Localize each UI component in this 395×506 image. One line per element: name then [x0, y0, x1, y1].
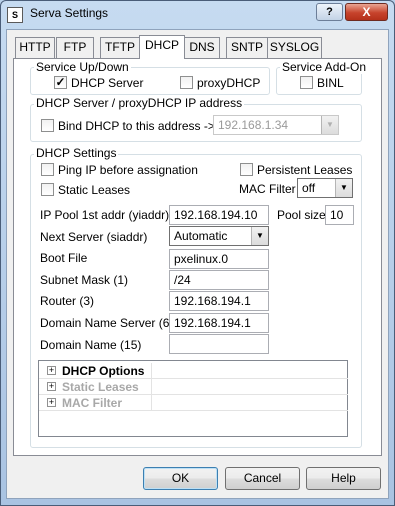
mac-filter-label: MAC Filter: [239, 182, 296, 196]
domain-name-label: Domain Name (15): [40, 338, 142, 352]
boot-file-input[interactable]: pxelinux.0: [169, 249, 269, 269]
dhcp-server-checkbox[interactable]: ✓: [54, 76, 67, 89]
expand-icon[interactable]: +: [47, 398, 56, 407]
app-icon: S: [7, 7, 23, 23]
bind-address-title: DHCP Server / proxyDHCP IP address: [34, 96, 245, 110]
proxy-dhcp-checkbox[interactable]: [180, 76, 193, 89]
dhcp-options-tree[interactable]: + DHCP Options + Static Leases + MAC Fil…: [38, 360, 348, 437]
tab-tftp[interactable]: TFTP: [100, 37, 140, 58]
service-addon-title: Service Add-On: [280, 60, 369, 74]
expand-icon[interactable]: +: [47, 366, 56, 375]
tab-http[interactable]: HTTP: [15, 37, 55, 58]
tree-item-dhcp-options[interactable]: + DHCP Options: [39, 363, 348, 379]
tree-item-label: MAC Filter: [62, 396, 122, 410]
dhcp-server-label: DHCP Server: [71, 76, 144, 90]
tree-item-label: DHCP Options: [62, 364, 145, 378]
bind-dhcp-checkbox[interactable]: [41, 119, 54, 132]
chevron-down-icon: ▼: [335, 179, 352, 197]
dns-label: Domain Name Server (6): [40, 316, 174, 330]
static-leases-checkbox[interactable]: [41, 183, 54, 196]
pool-size-label: Pool size: [277, 208, 326, 222]
pool-size-input[interactable]: 10: [325, 205, 354, 225]
chevron-down-icon: ▼: [321, 116, 338, 134]
router-input[interactable]: 192.168.194.1: [169, 291, 269, 311]
boot-file-label: Boot File: [40, 251, 88, 265]
ip-pool-label: IP Pool 1st addr (yiaddr): [40, 208, 170, 222]
ping-ip-checkbox[interactable]: [41, 163, 54, 176]
expand-icon[interactable]: +: [47, 382, 56, 391]
binl-label: BINL: [317, 76, 344, 90]
static-leases-label: Static Leases: [58, 183, 131, 197]
mac-filter-select[interactable]: off ▼: [297, 178, 353, 198]
tab-ftp[interactable]: FTP: [56, 37, 94, 58]
dhcp-settings-title: DHCP Settings: [34, 146, 119, 160]
persistent-leases-checkbox[interactable]: [240, 163, 253, 176]
ping-ip-label: Ping IP before assignation: [58, 163, 198, 177]
tab-dns[interactable]: DNS: [184, 37, 220, 58]
tree-item-label: Static Leases: [62, 380, 139, 394]
proxy-dhcp-label: proxyDHCP: [197, 76, 261, 90]
bind-dhcp-label: Bind DHCP to this address ->: [58, 119, 215, 133]
tab-sntp[interactable]: SNTP: [226, 37, 268, 58]
window-title: Serva Settings: [30, 6, 109, 20]
service-up-down-title: Service Up/Down: [34, 60, 131, 74]
subnet-mask-input[interactable]: /24: [169, 270, 269, 290]
tab-dhcp[interactable]: DHCP: [139, 35, 185, 59]
next-server-select[interactable]: Automatic ▼: [169, 226, 269, 246]
ok-button[interactable]: OK: [143, 467, 218, 490]
cancel-button[interactable]: Cancel: [225, 467, 300, 490]
binl-checkbox[interactable]: [300, 76, 313, 89]
help-button[interactable]: Help: [306, 467, 381, 490]
bind-address-value: 192.168.1.34: [218, 118, 289, 132]
chevron-down-icon: ▼: [251, 227, 268, 245]
domain-name-input[interactable]: [169, 334, 269, 354]
close-button[interactable]: X: [345, 3, 388, 21]
persistent-leases-label: Persistent Leases: [257, 163, 353, 177]
dns-input[interactable]: 192.168.194.1: [169, 313, 269, 333]
ip-pool-input[interactable]: 192.168.194.10: [169, 205, 269, 225]
tab-syslog[interactable]: SYSLOG: [267, 37, 322, 58]
next-server-label: Next Server (siaddr): [40, 230, 148, 244]
router-label: Router (3): [40, 294, 95, 308]
tree-item-mac-filter[interactable]: + MAC Filter: [39, 395, 348, 411]
tree-item-static-leases[interactable]: + Static Leases: [39, 379, 348, 395]
title-help-button[interactable]: ?: [316, 3, 343, 21]
next-server-value: Automatic: [174, 229, 228, 243]
bind-address-select[interactable]: 192.168.1.34 ▼: [213, 115, 339, 135]
mac-filter-value: off: [302, 181, 316, 195]
subnet-mask-label: Subnet Mask (1): [40, 273, 129, 287]
